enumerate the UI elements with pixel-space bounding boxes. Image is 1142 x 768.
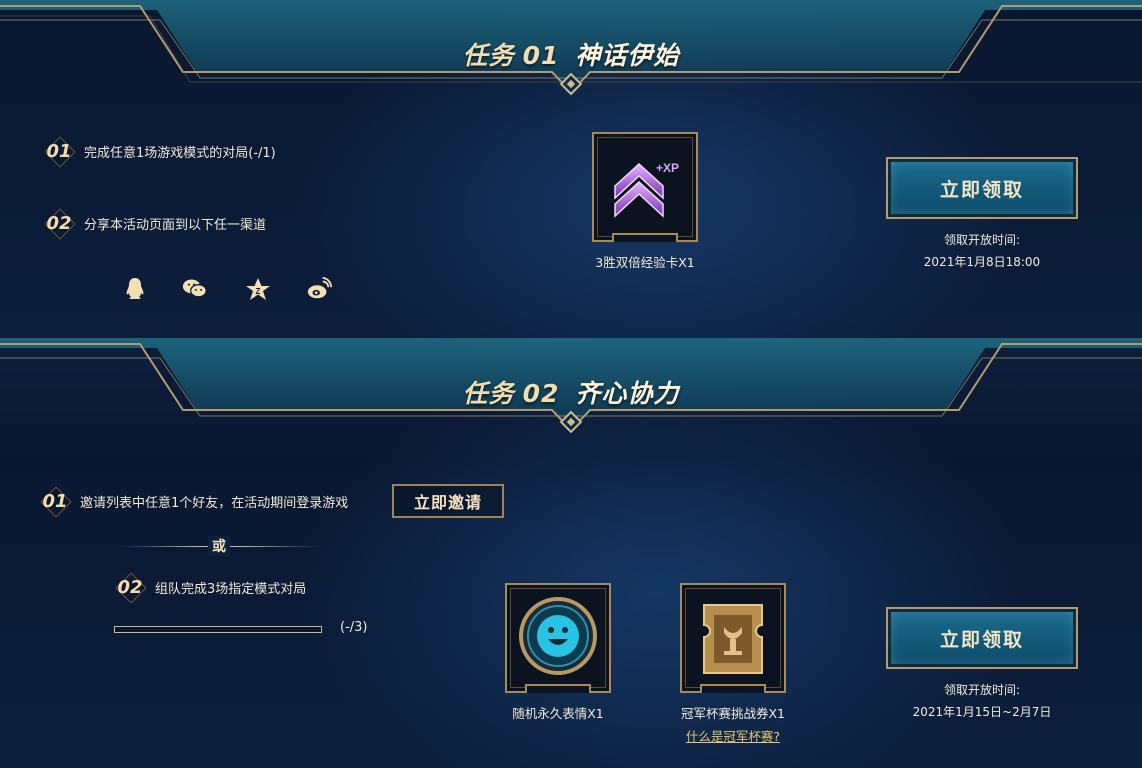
- section-title: 任务 01 神话伊始: [0, 36, 1142, 72]
- smiley-emote-icon: [519, 597, 597, 675]
- reward-label: 冠军杯赛挑战券X1: [680, 706, 786, 721]
- section-title: 任务 02 齐心协力: [0, 374, 1142, 410]
- claim-time: 2021年1月8日18:00: [923, 255, 1041, 269]
- task1-claim: 立即领取 领取开放时间: 2021年1月8日18:00: [886, 157, 1078, 270]
- claim-time-label: 领取开放时间:: [943, 233, 1021, 247]
- reward-frame: [680, 583, 786, 693]
- step-text: 完成任意1场游戏模式的对局(-/1): [84, 145, 276, 161]
- qzone-icon[interactable]: Z: [245, 276, 271, 302]
- task2-step-2: 02 组队完成3场指定模式对局: [115, 572, 306, 602]
- title-label: 任务: [462, 41, 515, 70]
- task2-claim: 立即领取 领取开放时间: 2021年1月15日~2月7日: [886, 607, 1078, 720]
- title-subtitle: 齐心协力: [575, 379, 680, 408]
- task1-step-1: 01 完成任意1场游戏模式的对局(-/1): [44, 136, 276, 166]
- task2-step-1: 01 邀请列表中任意1个好友，在活动期间登录游戏: [40, 486, 348, 516]
- task1-reward: +XP 3胜双倍经验卡X1: [592, 132, 698, 271]
- task1-step-2: 02 分享本活动页面到以下任一渠道: [44, 208, 266, 238]
- reward-frame: [505, 583, 611, 693]
- claim-time: 2021年1月15日~2月7日: [912, 705, 1052, 719]
- weibo-icon[interactable]: [306, 276, 332, 302]
- qq-icon[interactable]: [122, 276, 148, 302]
- step-number-badge: 02: [115, 572, 145, 602]
- step-number-badge: 01: [44, 136, 74, 166]
- progress-text: (-/3): [340, 620, 368, 635]
- claim-time-label: 领取开放时间:: [943, 683, 1021, 697]
- xp-card-icon: +XP: [614, 161, 679, 218]
- or-divider: 或: [120, 536, 320, 556]
- invite-button[interactable]: 立即邀请: [392, 484, 504, 518]
- cup-ticket-icon: [703, 604, 763, 674]
- step-text: 分享本活动页面到以下任一渠道: [84, 217, 267, 233]
- step-text: 组队完成3场指定模式对局: [155, 581, 307, 597]
- or-text: 或: [208, 536, 230, 556]
- title-label: 任务: [462, 379, 515, 408]
- title-subtitle: 神话伊始: [575, 41, 680, 70]
- cup-info-link[interactable]: 什么是冠军杯赛?: [680, 726, 786, 745]
- step-number-badge: 02: [44, 208, 74, 238]
- task2-reward-ticket: 冠军杯赛挑战券X1 什么是冠军杯赛?: [680, 583, 786, 745]
- title-number: 01: [522, 41, 560, 70]
- step-number-badge: 01: [40, 486, 70, 516]
- svg-text:+XP: +XP: [656, 161, 679, 175]
- title-number: 02: [522, 379, 560, 408]
- step-text: 邀请列表中任意1个好友，在活动期间登录游戏: [80, 495, 349, 511]
- reward-label: 3胜双倍经验卡X1: [595, 255, 695, 270]
- wechat-icon[interactable]: [182, 276, 208, 302]
- svg-text:Z: Z: [256, 287, 261, 296]
- claim-button[interactable]: 立即领取: [886, 157, 1078, 219]
- task2-reward-emote: 随机永久表情X1: [505, 583, 611, 722]
- reward-frame: +XP: [592, 132, 698, 242]
- reward-label: 随机永久表情X1: [512, 706, 604, 721]
- claim-button[interactable]: 立即领取: [886, 607, 1078, 669]
- progress-bar: [114, 626, 322, 633]
